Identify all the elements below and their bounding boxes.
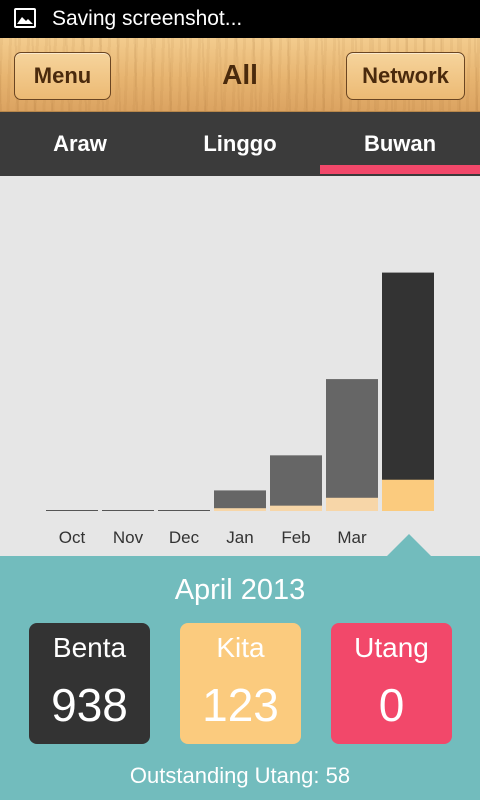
baseline-oct (46, 510, 98, 511)
bar-kita-apr (382, 479, 434, 511)
baseline-dec (158, 510, 210, 511)
kita-card: Kita 123 (180, 623, 301, 744)
bar-kita-jan (214, 508, 266, 511)
image-icon (14, 8, 36, 28)
benta-value: 938 (51, 679, 128, 731)
x-tick-label-mar: Mar (337, 528, 367, 547)
benta-label: Benta (52, 632, 127, 663)
tab-araw[interactable]: Araw (0, 112, 160, 176)
bar-kita-feb (270, 505, 322, 511)
utang-value: 0 (378, 679, 405, 731)
selected-month-pointer (387, 534, 431, 556)
bar-benta-mar[interactable] (326, 379, 378, 511)
header-bar: Menu All Network (0, 38, 480, 112)
monthly-chart: Oct Nov Dec Jan Feb Mar (0, 176, 480, 556)
page-title: All (222, 59, 258, 90)
x-tick-label-jan: Jan (226, 528, 253, 547)
month-title: April 2013 (174, 574, 306, 606)
bar-benta-jan[interactable] (214, 490, 266, 511)
x-tick-label-nov: Nov (113, 528, 144, 547)
bar-benta-feb[interactable] (270, 455, 322, 511)
kita-value: 123 (202, 679, 279, 731)
summary-panel: April 2013 Benta 938 Kita 123 Utang 0 Ou… (0, 556, 480, 800)
utang-label: Utang (354, 632, 429, 663)
active-tab-indicator (320, 165, 480, 174)
utang-card: Utang 0 (331, 623, 452, 744)
x-tick-label-dec: Dec (169, 528, 200, 547)
tab-linggo[interactable]: Linggo (160, 112, 320, 176)
status-text: Saving screenshot... (52, 7, 243, 30)
x-tick-label-oct: Oct (59, 528, 86, 547)
status-bar: Saving screenshot... (0, 0, 480, 38)
outstanding-utang: Outstanding Utang: 58 (129, 763, 351, 788)
benta-card: Benta 938 (29, 623, 150, 744)
menu-button[interactable]: Menu (14, 52, 111, 100)
bar-benta-apr[interactable] (382, 272, 434, 511)
x-tick-label-feb: Feb (281, 528, 310, 547)
kita-label: Kita (216, 632, 265, 663)
chart-svg: Oct Nov Dec Jan Feb Mar (46, 272, 434, 547)
baseline-nov (102, 510, 154, 511)
network-button[interactable]: Network (346, 52, 465, 100)
bar-kita-mar (326, 497, 378, 511)
